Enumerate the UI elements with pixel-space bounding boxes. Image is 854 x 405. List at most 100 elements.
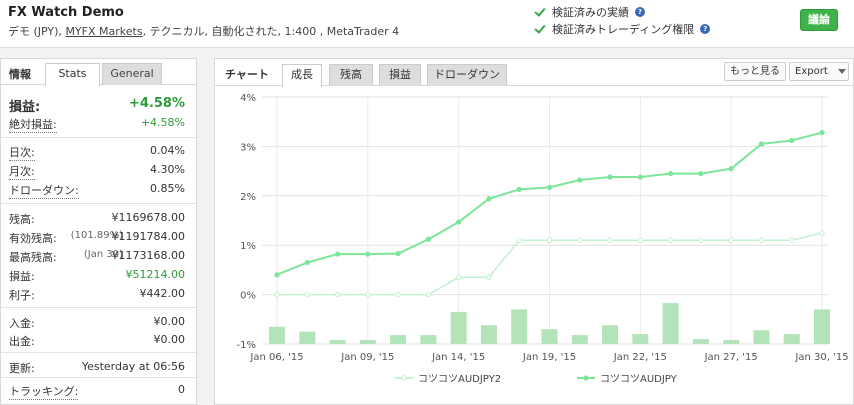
- bar: [662, 302, 679, 344]
- bar: [692, 339, 709, 344]
- data-point: [819, 129, 825, 136]
- tab-balance[interactable]: 残高: [329, 64, 373, 86]
- stat-interest: 利子: ¥442.00: [9, 287, 185, 303]
- x-tick-label: Jan 19, '15: [522, 352, 576, 363]
- stat-value: 0.85%: [150, 182, 185, 195]
- growth-chart-svg: -1% 0% 1% 2% 3% 4% Jan 06, '15 Jan 09, '15 Jan 1…: [237, 93, 849, 385]
- data-point: [668, 170, 674, 177]
- data-point: [607, 237, 613, 243]
- data-point: [334, 291, 341, 298]
- tab-growth[interactable]: 成長: [282, 64, 322, 87]
- stat-updated: 更新: Yesterday at 06:56: [9, 360, 185, 376]
- verified-trading-privileges: 検証済みトレーディング権限 ?: [534, 20, 711, 37]
- data-point: [577, 177, 583, 183]
- account-type: デモ (JPY),: [8, 25, 62, 38]
- stat-label: 有効残高:: [9, 232, 57, 245]
- divider: [1, 203, 196, 204]
- check-icon: [534, 23, 546, 35]
- tab-profit[interactable]: 損益: [379, 64, 421, 86]
- export-dropdown[interactable]: Export: [789, 62, 849, 81]
- data-point: [274, 291, 280, 298]
- stat-value: ¥51214.00: [125, 268, 186, 281]
- bar: [299, 331, 316, 344]
- stat-label: 更新:: [9, 362, 35, 375]
- y-tick-label: -1%: [237, 340, 256, 351]
- y-tick-label: 3%: [240, 142, 256, 153]
- export-label: Export: [795, 66, 828, 77]
- data-point: [486, 274, 492, 281]
- data-point: [456, 219, 462, 225]
- data-point: [334, 251, 341, 257]
- stat-value: 0: [178, 383, 185, 396]
- data-point: [728, 237, 734, 243]
- y-tick-label: 1%: [240, 241, 256, 252]
- stat-value: +4.58%: [140, 116, 185, 129]
- divider: [1, 307, 196, 308]
- account-header: FX Watch Demo デモ (JPY), MYFX Markets, テク…: [0, 0, 854, 48]
- broker-link[interactable]: MYFX Markets: [65, 25, 142, 38]
- stat-value: ¥1169678.00: [111, 211, 185, 224]
- stat-value: 0.04%: [150, 144, 185, 157]
- stat-label: 入金:: [9, 317, 35, 330]
- account-name: FX Watch Demo: [8, 5, 124, 20]
- stat-profit: 損益: ¥51214.00: [9, 268, 185, 284]
- stat-daily: 日次: 0.04%: [9, 144, 185, 161]
- info-tabbar: 情報 Stats General: [1, 59, 196, 86]
- data-point: [607, 174, 613, 180]
- stat-label: 残高:: [9, 213, 35, 226]
- stat-value: +4.58%: [129, 96, 185, 111]
- stat-value: ¥442.00: [139, 287, 186, 300]
- x-tick-label: Jan 09, '15: [340, 352, 394, 363]
- discuss-button[interactable]: 議論: [800, 9, 838, 31]
- stat-balance: 残高: ¥1169678.00: [9, 211, 185, 227]
- bar: [480, 325, 497, 344]
- divider: [1, 137, 196, 138]
- bar: [269, 326, 285, 344]
- stat-value: Yesterday at 06:56: [81, 360, 185, 373]
- y-tick-label: 4%: [240, 93, 256, 104]
- data-point: [395, 291, 401, 298]
- help-icon[interactable]: ?: [635, 6, 645, 17]
- legend-label: コツコツAUDJPY: [600, 374, 678, 385]
- stat-label: 出金:: [9, 335, 35, 348]
- bar: [511, 309, 528, 344]
- bar: [723, 340, 740, 344]
- more-button[interactable]: もっと見る: [724, 62, 786, 81]
- bar: [420, 335, 437, 344]
- stat-label: 最高残高:: [9, 251, 57, 264]
- stat-drawdown: ドローダウン: 0.85%: [9, 182, 185, 199]
- account-details: , テクニカル, 自動化された, 1:400 , MetaTrader 4: [142, 25, 400, 38]
- stat-label: 絶対損益:: [9, 118, 57, 133]
- info-panel: 情報 Stats General 損益: +4.58% 絶対損益: +4.58%…: [0, 58, 197, 405]
- bar: [632, 334, 649, 344]
- tab-general[interactable]: General: [102, 63, 162, 85]
- bar: [783, 334, 800, 344]
- tab-stats[interactable]: Stats: [45, 63, 100, 86]
- stat-deposits: 入金: ¥0.00: [9, 315, 185, 331]
- stat-label: ドローダウン:: [9, 184, 79, 199]
- stat-label: 損益:: [9, 270, 35, 283]
- stat-equity: 有効残高: (101.89%) ¥1191784.00: [9, 230, 185, 246]
- data-point: [304, 291, 310, 298]
- data-point: [425, 236, 431, 242]
- data-point: [546, 237, 553, 243]
- account-meta: デモ (JPY), MYFX Markets, テクニカル, 自動化された, 1…: [8, 23, 399, 39]
- stat-tracking: トラッキング: 0: [9, 383, 185, 400]
- bar: [329, 340, 346, 344]
- stat-label: 日次:: [9, 146, 35, 161]
- help-icon[interactable]: ?: [700, 23, 711, 34]
- verified-track-record-label: 検証済みの実績: [552, 5, 629, 19]
- stat-value: 4.30%: [150, 163, 185, 176]
- bar: [602, 325, 619, 344]
- data-point: [728, 166, 734, 172]
- data-point: [698, 237, 704, 243]
- data-point: [819, 230, 825, 236]
- stat-label: 月次:: [9, 165, 35, 180]
- chart-panel-title: チャート: [225, 68, 269, 81]
- stat-highest: 最高残高: (Jan 30) ¥1173168.00: [9, 249, 185, 265]
- tab-drawdown[interactable]: ドローダウン: [427, 64, 507, 86]
- legend-marker: [401, 375, 407, 381]
- data-point: [486, 196, 492, 202]
- stat-value: ¥0.00: [153, 315, 186, 328]
- stat-value: ¥1191784.00: [111, 230, 185, 243]
